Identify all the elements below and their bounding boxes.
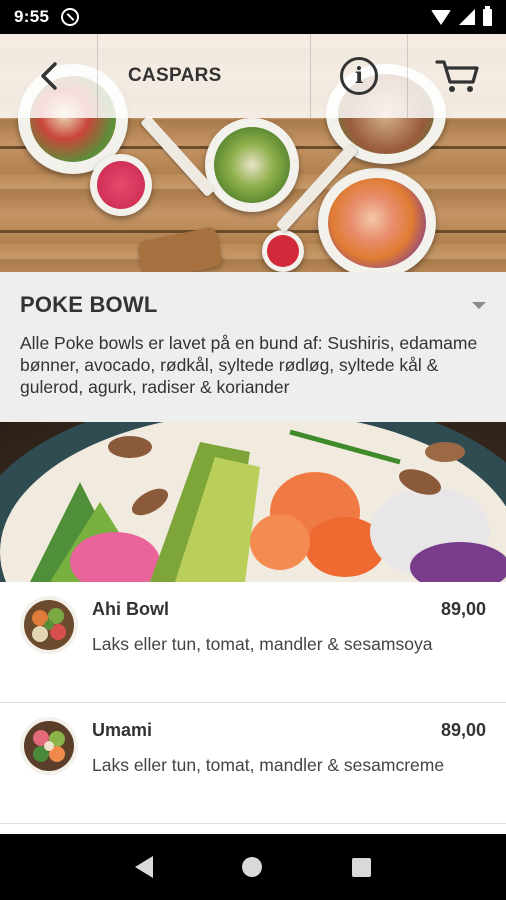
category-header[interactable]: POKE BOWL Alle Poke bowls er lavet på en… <box>0 272 506 422</box>
back-nav-icon[interactable] <box>134 856 153 878</box>
status-bar: 9:55 <box>0 0 506 34</box>
wifi-icon <box>431 9 451 25</box>
restaurant-title: CASPARS <box>128 65 222 86</box>
cart-icon <box>435 60 479 92</box>
product-description: Laks eller tun, tomat, mandler & sesamso… <box>92 634 433 654</box>
bowl-image <box>205 118 299 212</box>
poke-bowl-photo <box>0 422 506 582</box>
dropdown-arrow-icon[interactable] <box>472 302 486 309</box>
category-photo <box>0 422 506 582</box>
bowl-image <box>318 168 436 272</box>
restaurant-hero-image: CASPARS i <box>0 34 506 272</box>
status-time: 9:55 <box>14 7 50 26</box>
title-cell: CASPARS <box>98 34 310 118</box>
system-nav-bar <box>0 834 506 900</box>
product-description: Laks eller tun, tomat, mandler & sesamcr… <box>92 755 445 775</box>
top-app-bar: CASPARS i <box>0 34 506 118</box>
bread-image <box>136 226 224 272</box>
cart-button[interactable] <box>408 34 506 118</box>
product-name: Ahi Bowl <box>92 599 169 619</box>
beet-dip-image <box>90 154 152 216</box>
chevron-left-icon <box>40 62 57 90</box>
back-button[interactable] <box>0 34 98 118</box>
notification-app-icon <box>61 8 80 26</box>
app-screen: CASPARS i POKE BOWL Alle Poke bowls er l… <box>0 34 506 834</box>
product-price: 89,00 <box>440 720 486 740</box>
product-name: Umami <box>92 720 153 740</box>
product-price: 89,00 <box>440 599 486 619</box>
info-button[interactable]: i <box>310 34 408 118</box>
sauce-cup-image <box>262 230 304 272</box>
category-title: POKE BOWL <box>20 292 158 317</box>
list-item[interactable]: Ahi Bowl 89,00 Laks eller tun, tomat, ma… <box>0 582 506 703</box>
home-nav-icon[interactable] <box>242 857 263 877</box>
info-icon: i <box>340 57 378 95</box>
list-item[interactable]: Umami 89,00 Laks eller tun, tomat, mandl… <box>0 703 506 824</box>
category-description: Alle Poke bowls er lavet på en bund af: … <box>20 333 478 397</box>
signal-icon <box>459 9 475 25</box>
recents-nav-icon[interactable] <box>352 857 372 877</box>
battery-icon <box>483 5 492 26</box>
status-icons <box>431 5 492 26</box>
